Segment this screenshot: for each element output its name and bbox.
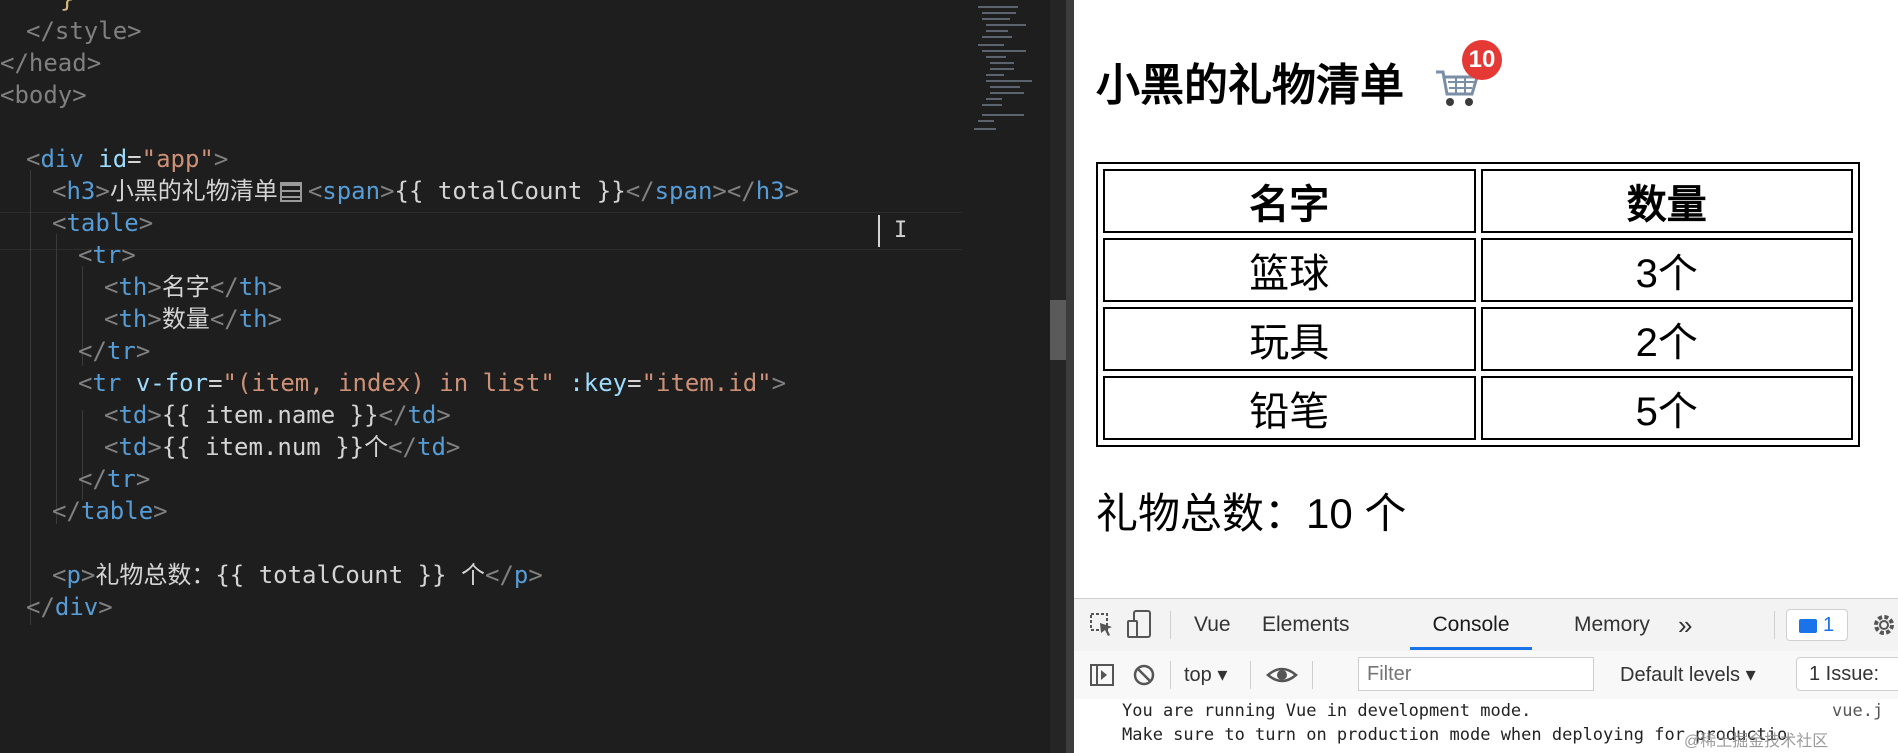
console-toolbar: top ▾ Default levels ▾ 1 Issue: (1074, 651, 1898, 700)
device-toolbar-icon[interactable] (1126, 609, 1154, 641)
code-line: <td>{{ item.num }}个</td> (104, 433, 461, 461)
cell-quantity: 3个 (1480, 238, 1853, 302)
editor-minimap[interactable] (972, 0, 1058, 170)
toolbar-separator (1170, 661, 1171, 689)
watermark: @稀土掘金技术社区 (1684, 733, 1829, 750)
cell-name: 篮球 (1103, 238, 1476, 302)
emoji-placeholder-icon (279, 182, 302, 202)
editor-scrollbar-track[interactable] (1050, 0, 1066, 753)
devtools-tabbar: Vue Elements Console Memory » 1 (1074, 599, 1898, 652)
total-count-text: 礼物总数：10 个 (1096, 490, 1407, 537)
pane-divider[interactable] (1066, 0, 1074, 753)
code-line: </table> (52, 497, 168, 525)
settings-gear-icon[interactable] (1870, 611, 1898, 639)
editor-scrollbar-thumb[interactable] (1050, 300, 1066, 360)
tab-elements[interactable]: Elements (1262, 599, 1350, 651)
browser-viewport: 小黑的礼物清单 10 名字 数量 篮球 3个 玩具 2个 铅笔 5个 礼物总数：… (1074, 0, 1898, 753)
code-editor[interactable]: } </style> </head> <body> <div id="app">… (0, 0, 962, 753)
more-tabs-icon[interactable]: » (1678, 599, 1692, 651)
gift-table: 名字 数量 篮球 3个 玩具 2个 铅笔 5个 (1096, 162, 1860, 447)
column-header-quantity: 数量 (1480, 169, 1853, 233)
cell-name: 玩具 (1103, 307, 1476, 371)
page-heading: 小黑的礼物清单 (1096, 61, 1404, 110)
code-line: <p>礼物总数：{{ totalCount }} 个</p> (52, 561, 543, 589)
column-header-name: 名字 (1103, 169, 1476, 233)
count-badge: 10 (1462, 40, 1502, 80)
messages-count-button[interactable]: 1 (1786, 609, 1848, 641)
devtools-panel: Vue Elements Console Memory » 1 top ▾ Fi… (1074, 598, 1898, 753)
source-link[interactable]: vue.j (1832, 701, 1883, 721)
context-selector[interactable]: top ▾ (1184, 651, 1227, 699)
issues-button[interactable]: 1 Issue: (1796, 657, 1898, 691)
console-filter-input[interactable] (1358, 657, 1594, 691)
mouse-ibeam-icon: I (894, 218, 908, 243)
message-bubble-icon (1799, 618, 1817, 633)
indent-guide (30, 170, 31, 625)
table-row: 玩具 2个 (1103, 307, 1853, 371)
console-message: You are running Vue in development mode. (1122, 701, 1532, 721)
toolbar-separator (1170, 611, 1171, 639)
inspect-element-icon[interactable] (1088, 611, 1116, 639)
sidebar-toggle-icon[interactable] (1088, 661, 1116, 689)
table-row: 篮球 3个 (1103, 238, 1853, 302)
live-expression-eye-icon[interactable] (1266, 661, 1298, 689)
tab-console[interactable]: Console (1410, 599, 1532, 651)
log-levels-dropdown[interactable]: Default levels ▾ (1620, 651, 1756, 699)
cell-quantity: 5个 (1480, 376, 1853, 440)
console-output: You are running Vue in development mode.… (1074, 699, 1898, 753)
table-header-row: 名字 数量 (1103, 169, 1853, 233)
cell-quantity: 2个 (1480, 307, 1853, 371)
code-line: <h3>小黑的礼物清单 <span>{{ totalCount }}</span>… (52, 177, 800, 205)
toolbar-separator (1312, 661, 1313, 689)
indent-guide (56, 234, 57, 524)
active-tab-indicator (1410, 647, 1532, 650)
clear-console-icon[interactable] (1130, 661, 1158, 689)
cell-name: 铅笔 (1103, 376, 1476, 440)
tab-memory[interactable]: Memory (1574, 599, 1650, 651)
toolbar-separator (1774, 611, 1775, 639)
text-cursor (878, 215, 880, 247)
code-line: </div> (26, 593, 113, 621)
table-row: 铅笔 5个 (1103, 376, 1853, 440)
code-line: <body> (0, 81, 87, 109)
tab-vue[interactable]: Vue (1194, 599, 1231, 651)
toolbar-separator (1250, 661, 1251, 689)
